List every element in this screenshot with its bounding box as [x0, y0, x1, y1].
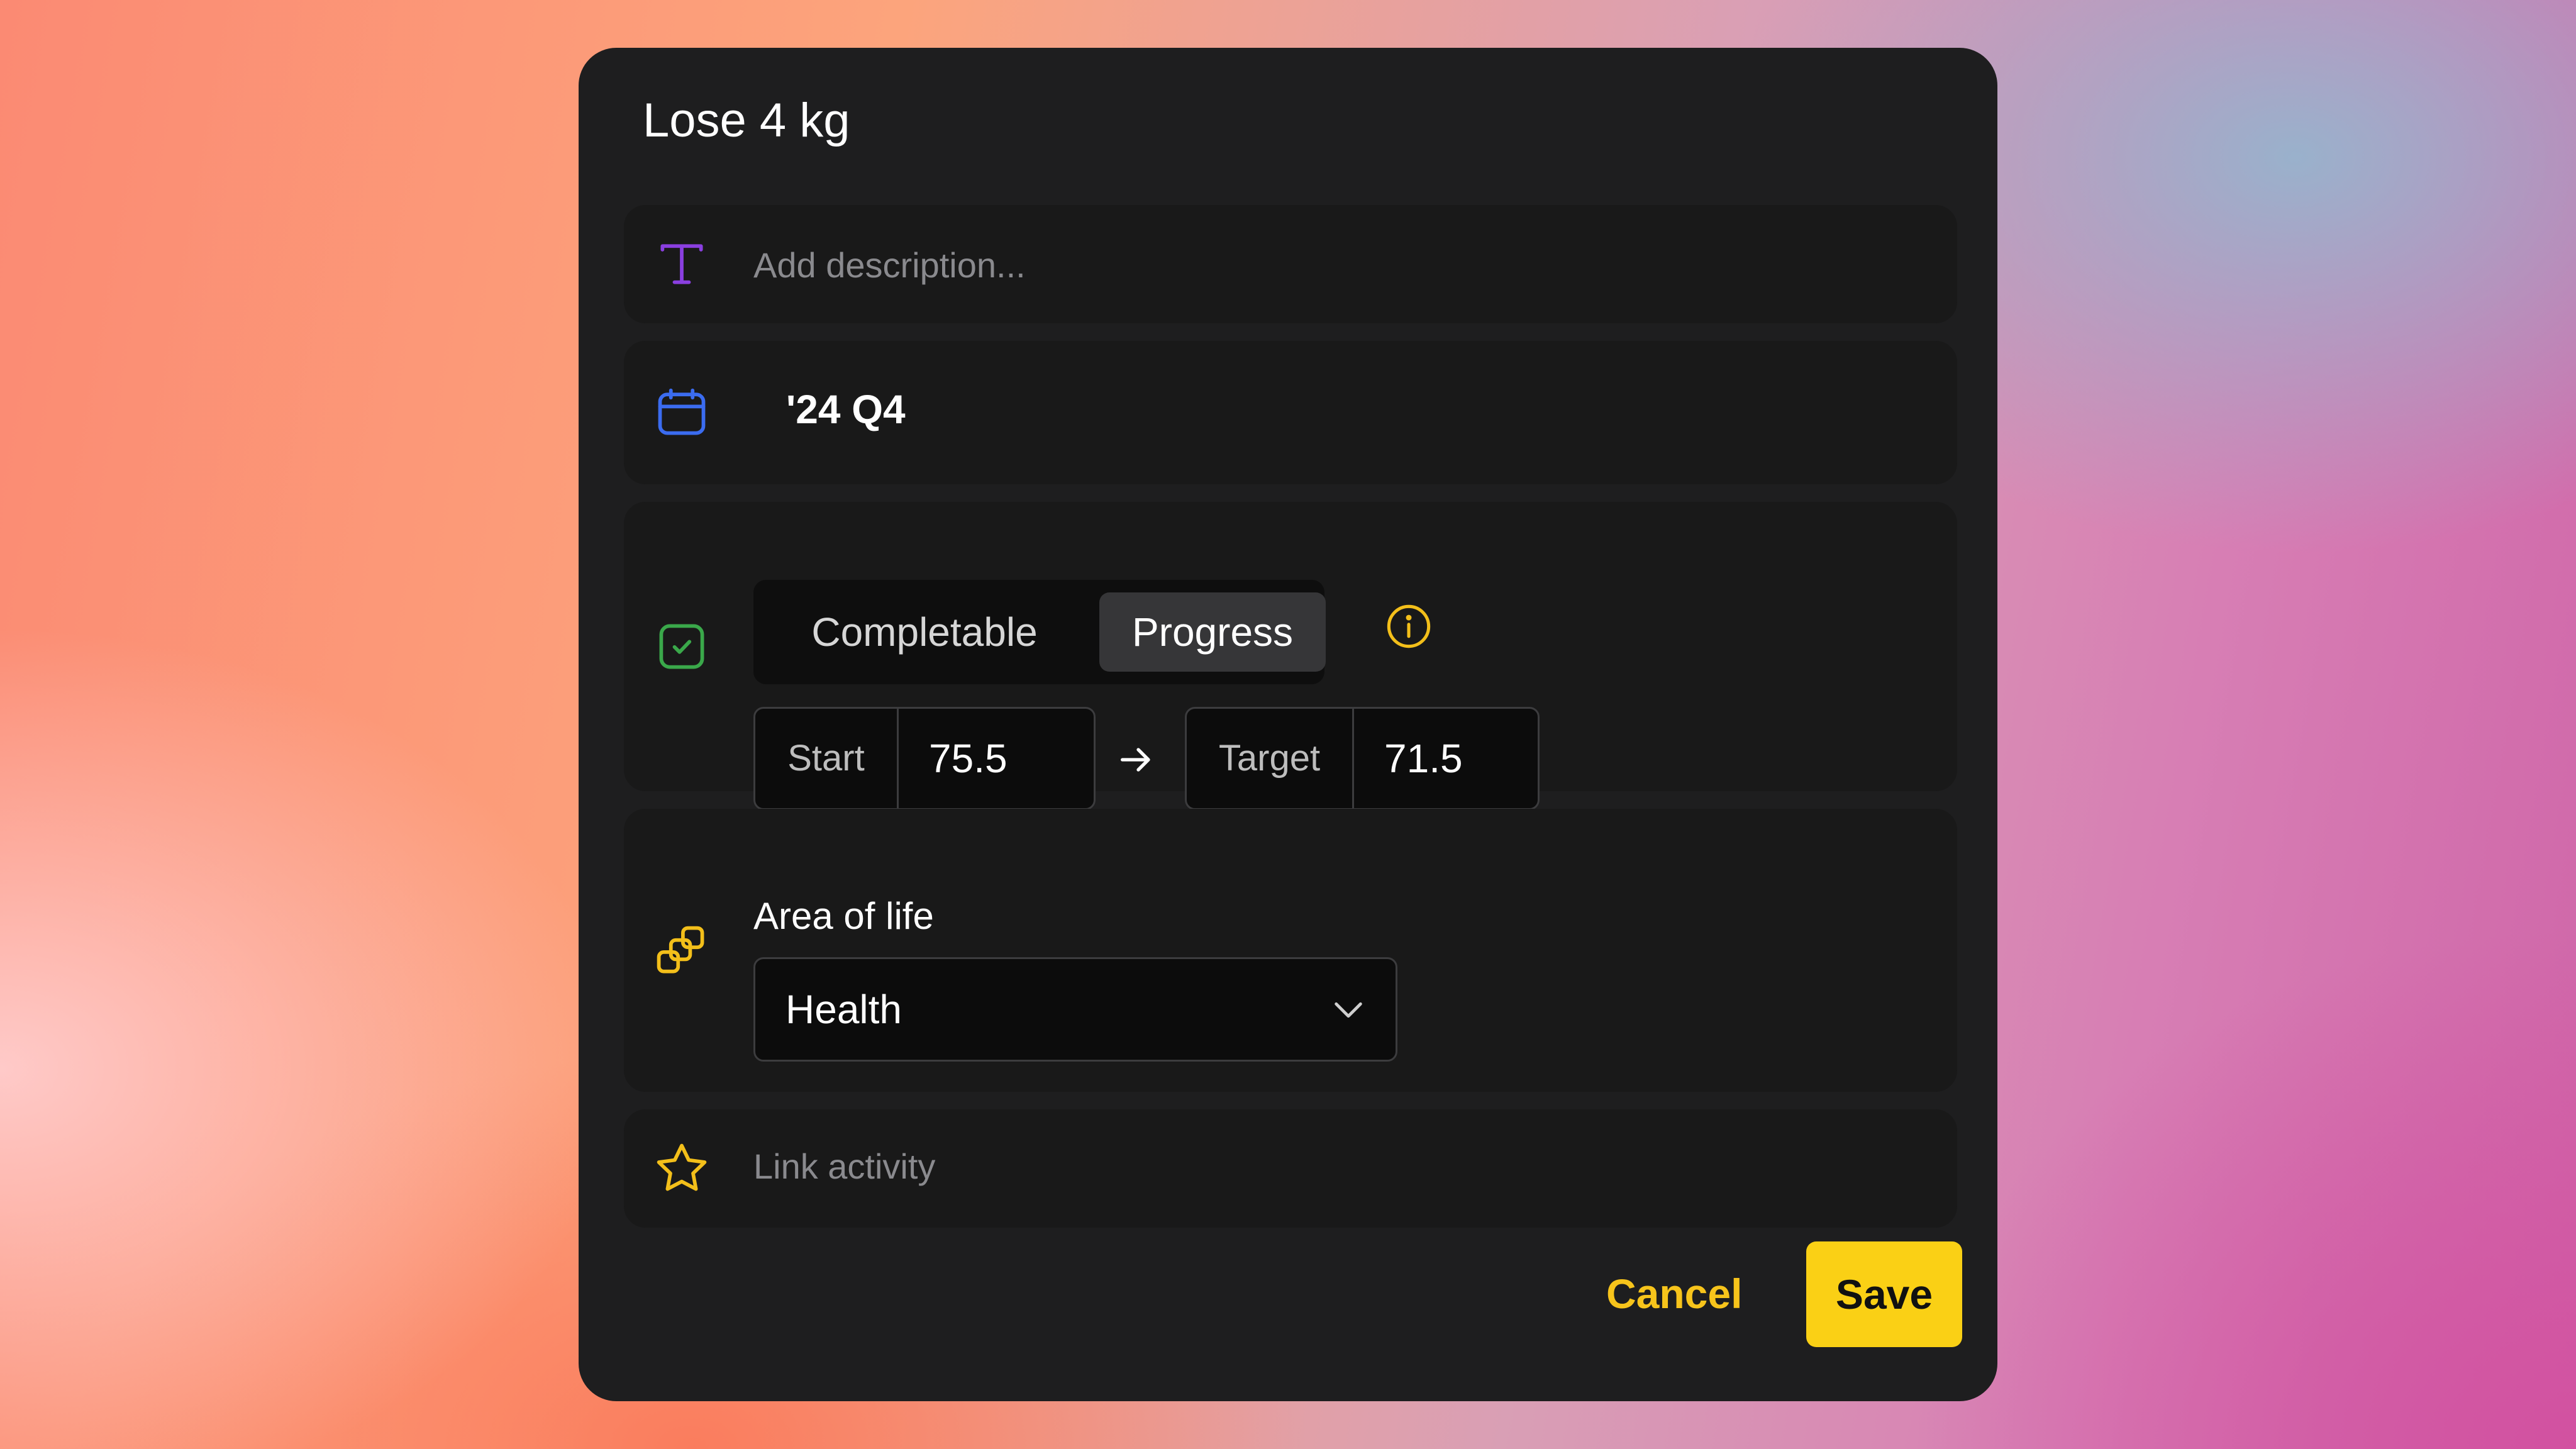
info-circle-icon[interactable] [1385, 602, 1433, 650]
description-row[interactable] [624, 205, 1957, 323]
goal-type-toggle: Completable Progress [753, 580, 1326, 684]
tab-progress[interactable]: Progress [1099, 592, 1326, 672]
start-value-field[interactable]: Start 75.5 [753, 707, 1096, 810]
chevron-down-icon [1330, 992, 1367, 1028]
save-button[interactable]: Save [1806, 1241, 1962, 1347]
target-input[interactable]: 71.5 [1354, 709, 1538, 808]
area-of-life-value: Health [786, 987, 902, 1032]
target-value-field[interactable]: Target 71.5 [1185, 707, 1540, 810]
checkbox-check-icon [653, 618, 711, 675]
timeframe-value[interactable]: '24 Q4 [786, 386, 906, 433]
overlapping-squares-icon [653, 922, 711, 980]
star-icon [653, 1140, 711, 1197]
dialog-title: Lose 4 kg [643, 94, 850, 147]
target-label: Target [1187, 709, 1354, 808]
arrow-right-icon [1116, 740, 1156, 780]
edit-goal-dialog: Lose 4 kg '24 Q4 [579, 48, 1997, 1401]
calendar-icon [653, 384, 711, 441]
start-label: Start [755, 709, 899, 808]
link-activity-row[interactable]: Link activity [624, 1109, 1957, 1228]
goal-type-row: Completable Progress Start 75.5 Target 7… [624, 502, 1957, 810]
tab-completable[interactable]: Completable [771, 592, 1078, 672]
area-of-life-select[interactable]: Health [753, 957, 1397, 1062]
area-of-life-row: Area of life Health [624, 809, 1957, 1092]
area-of-life-label: Area of life [753, 895, 934, 937]
link-activity-label[interactable]: Link activity [753, 1146, 935, 1187]
cancel-button[interactable]: Cancel [1606, 1241, 1742, 1346]
description-input[interactable] [753, 236, 1923, 293]
text-t-icon [653, 235, 711, 293]
start-input[interactable]: 75.5 [899, 709, 1094, 808]
timeframe-row[interactable]: '24 Q4 [624, 341, 1957, 484]
